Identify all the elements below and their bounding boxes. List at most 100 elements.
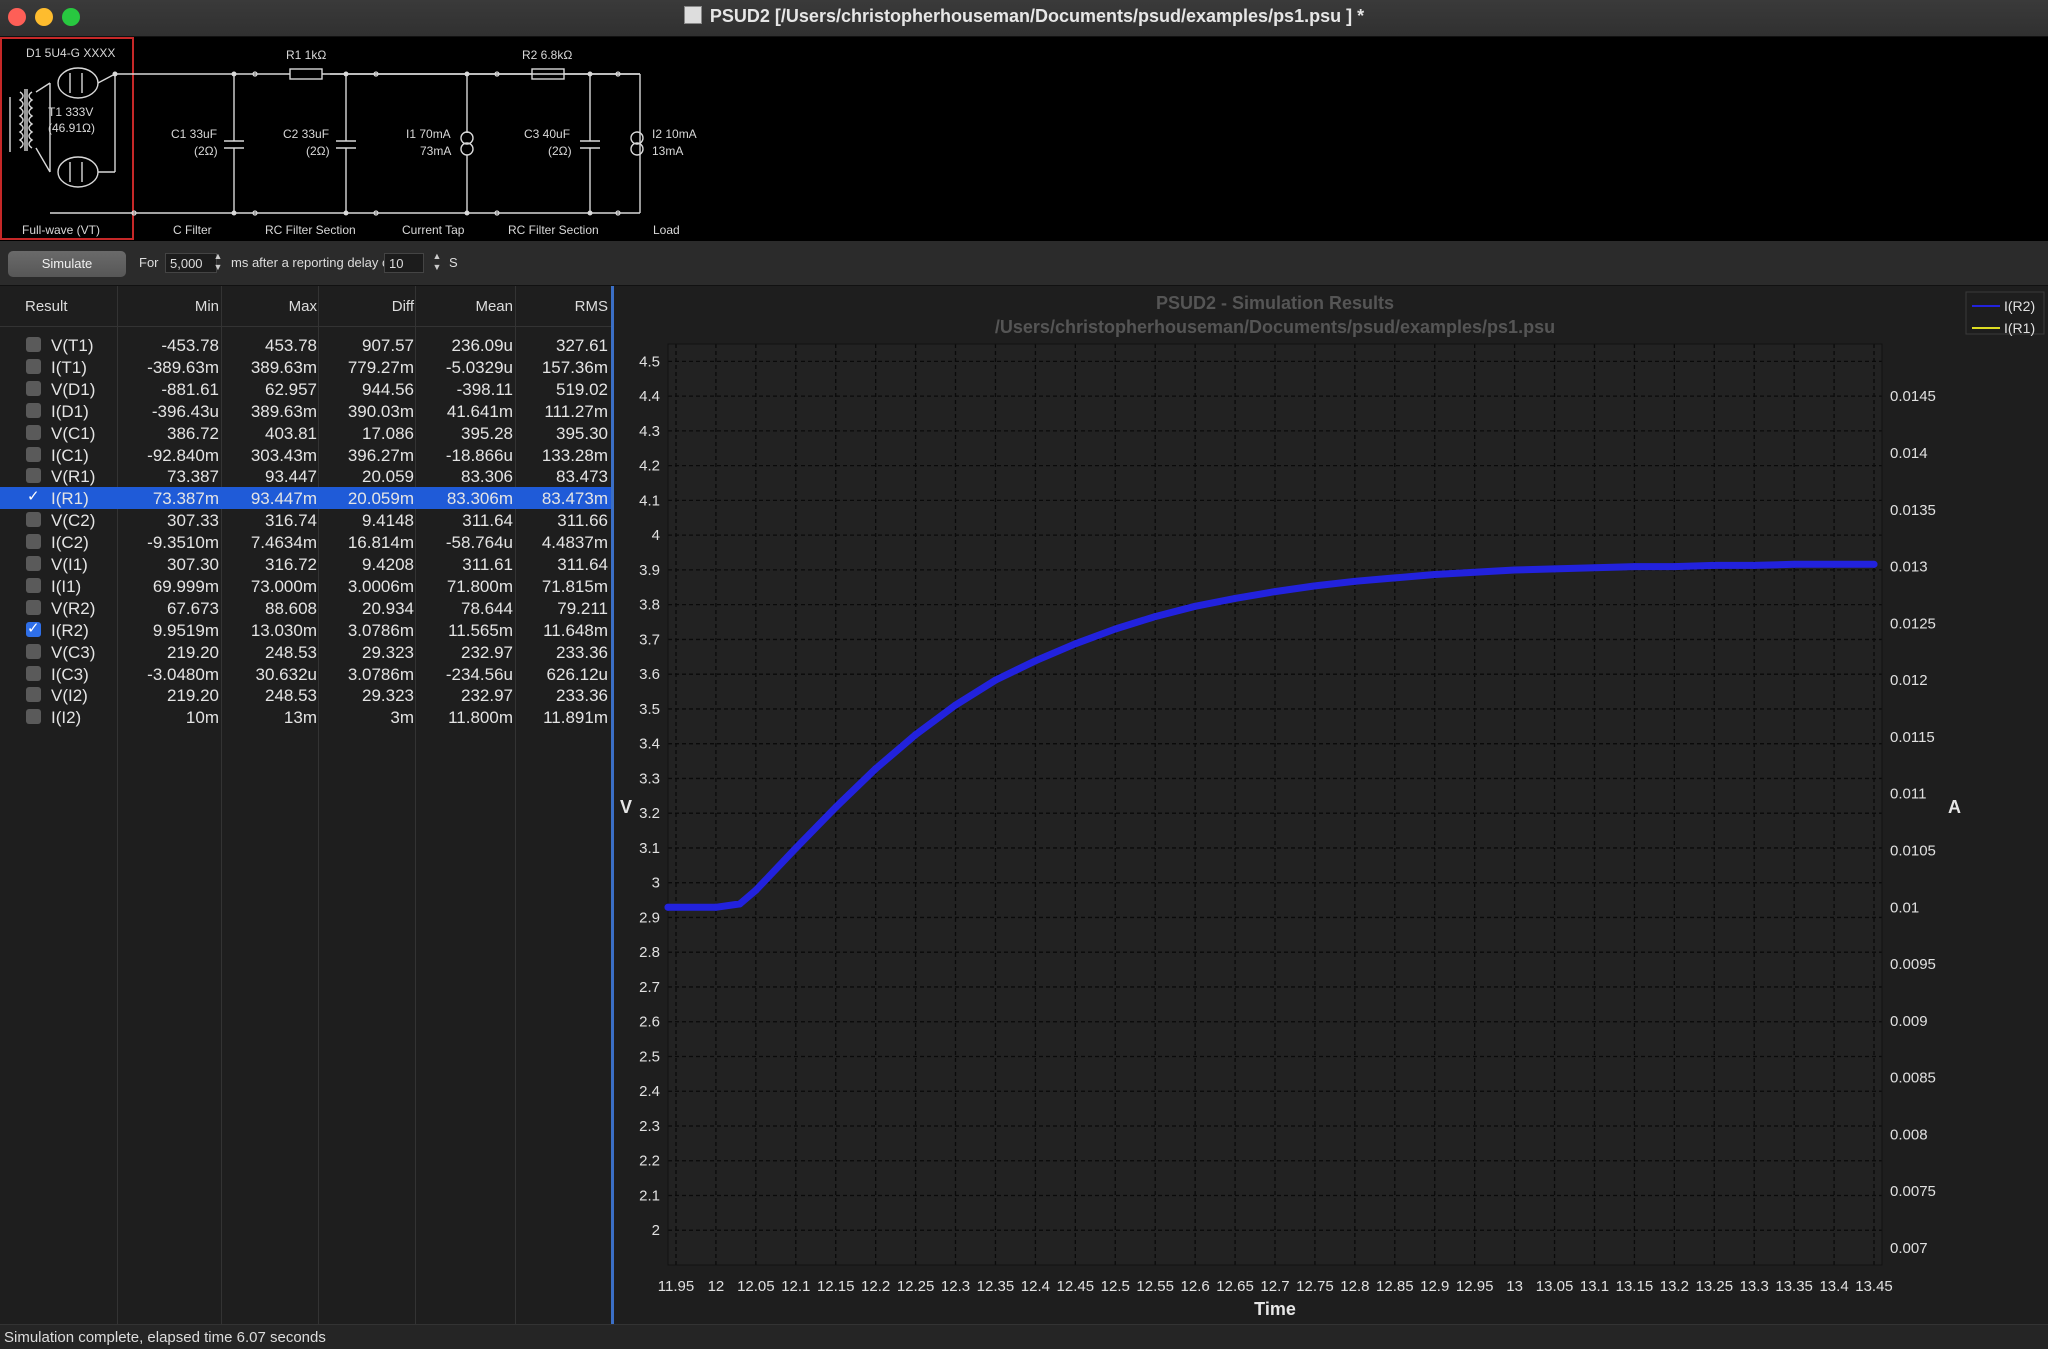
duration-stepper[interactable]: ▲ ▼ <box>212 251 224 275</box>
y-left-tick-label: 4.3 <box>639 423 660 440</box>
plot-checkbox[interactable] <box>26 577 41 593</box>
plot-checkbox[interactable] <box>26 337 41 352</box>
plot-checkbox[interactable] <box>26 643 41 659</box>
plot-checkbox[interactable] <box>26 599 41 615</box>
plot-checkbox[interactable] <box>26 534 41 550</box>
series-point <box>1391 574 1399 582</box>
column-header-mean[interactable]: Mean <box>475 298 513 315</box>
plot-checkbox[interactable] <box>26 619 41 637</box>
plot-checkbox[interactable] <box>26 512 41 528</box>
table-row[interactable]: I(R1) 73.387m 93.447m 20.059m 83.306m 83.473m <box>0 487 611 510</box>
plot-checkbox[interactable] <box>26 446 41 462</box>
result-diff-value: 3.0786m <box>347 664 414 684</box>
table-row[interactable]: V(D1) -881.61 62.957 944.56 -398.11 519.02 <box>0 378 611 400</box>
plot-checkbox[interactable] <box>26 709 41 725</box>
rectifier-section-label: Full-wave (VT) <box>22 223 100 237</box>
legend-entry: I(R1) <box>2004 320 2035 336</box>
plot-checkbox[interactable] <box>26 358 41 374</box>
result-diff-value: 9.4148 <box>362 511 414 531</box>
result-diff-value: 396.27m <box>347 445 414 465</box>
table-row[interactable]: I(I2) 10m 13m 3m 11.800m 11.891m <box>0 706 611 728</box>
circuit-schematic[interactable]: D1 5U4-G XXXX T1 333V (46.91Ω) Full-wave… <box>0 37 2048 241</box>
result-rms-value: 233.36 <box>556 686 608 706</box>
column-header-diff[interactable]: Diff <box>392 298 414 315</box>
table-row[interactable]: I(C2) -9.3510m 7.4634m 16.814m -58.764u 4.483… <box>0 531 611 553</box>
result-rms-value: 83.473 <box>556 467 608 487</box>
column-header-rms[interactable]: RMS <box>575 298 608 315</box>
result-name: V(I2) <box>51 686 88 706</box>
i1-current-source <box>460 131 474 145</box>
series-point <box>1191 602 1199 610</box>
result-min-value: 386.72 <box>167 423 219 443</box>
y-right-tick-label: 0.0105 <box>1890 842 1936 859</box>
result-rms-value: 83.473m <box>541 489 608 509</box>
result-mean-value: 232.97 <box>461 686 513 706</box>
series-point <box>1670 563 1678 571</box>
delay-stepper[interactable]: ▲ ▼ <box>431 251 443 275</box>
x-tick-label: 13.2 <box>1660 1278 1689 1295</box>
table-row[interactable]: V(C1) 386.72 403.81 17.086 395.28 395.30 <box>0 422 611 444</box>
result-max-value: 316.72 <box>265 555 317 574</box>
table-row[interactable]: V(C3) 219.20 248.53 29.323 232.97 233.36 <box>0 641 611 663</box>
result-max-value: 316.74 <box>265 511 317 531</box>
series-point <box>1431 571 1439 579</box>
table-row[interactable]: V(I2) 219.20 248.53 29.323 232.97 233.36 <box>0 684 611 706</box>
plot-checkbox[interactable] <box>26 468 41 484</box>
y-right-tick-label: 0.0095 <box>1890 956 1936 973</box>
column-header-result[interactable]: Result <box>25 298 68 315</box>
c3-esr-label: (2Ω) <box>548 144 572 158</box>
table-row[interactable]: V(R1) 73.387 93.447 20.059 83.306 83.473 <box>0 465 611 487</box>
result-max-value: 389.63m <box>250 357 317 377</box>
plot-checkbox[interactable] <box>26 687 41 703</box>
c2-label: C2 33uF <box>283 127 329 141</box>
plot-checkbox[interactable] <box>26 556 41 571</box>
plot-checkbox[interactable] <box>26 380 41 396</box>
table-row[interactable]: V(R2) 67.673 88.608 20.934 78.644 79.211 <box>0 597 611 619</box>
table-row[interactable]: I(D1) -396.43u 389.63m 390.03m 41.641m 111.27… <box>0 400 611 422</box>
y-left-tick-label: 3.7 <box>639 631 660 648</box>
results-table-header: Result Min Max Diff Mean RMS <box>0 286 611 327</box>
result-min-value: -9.3510m <box>147 533 219 553</box>
table-row[interactable]: V(T1) -453.78 453.78 907.57 236.09u 327.61 <box>0 334 611 356</box>
x-tick-label: 12 <box>708 1278 725 1295</box>
table-row[interactable]: I(R2) 9.9519m 13.030m 3.0786m 11.565m 11.648m <box>0 619 611 641</box>
table-row[interactable]: I(I1) 69.999m 73.000m 3.0006m 71.800m 71.815m <box>0 575 611 597</box>
series-point <box>1590 564 1598 572</box>
series-point <box>1750 561 1758 569</box>
simulate-button[interactable]: Simulate <box>8 251 126 277</box>
x-tick-label: 13.15 <box>1616 1278 1654 1295</box>
delay-input[interactable]: 10 <box>384 253 424 273</box>
result-mean-value: 71.800m <box>446 576 513 596</box>
transformer-primary <box>18 91 24 149</box>
simulation-results-chart[interactable]: 11.95 12 12.05 12.1 12.15 12.2 12.25 12.3 12.35 1… <box>614 286 2048 1324</box>
result-diff-value: 3.0786m <box>347 620 414 640</box>
result-rms-value: 4.4837m <box>541 533 608 553</box>
series-point <box>1151 613 1159 621</box>
table-row[interactable]: I(T1) -389.63m 389.63m 779.27m -5.0329u 157.3… <box>0 356 611 378</box>
plot-checkbox[interactable] <box>26 665 41 681</box>
table-row[interactable]: V(I1) 307.30 316.72 9.4208 311.61 311.64 <box>0 553 611 575</box>
column-header-max[interactable]: Max <box>289 298 317 315</box>
result-name: I(C3) <box>51 664 89 684</box>
table-row[interactable]: I(C3) -3.0480m 30.632u 3.0786m -234.56u 626.1… <box>0 663 611 685</box>
duration-input[interactable]: 5,000 <box>165 253 217 273</box>
result-name: V(R1) <box>51 467 96 487</box>
result-min-value: 307.30 <box>167 555 219 574</box>
column-header-min[interactable]: Min <box>195 298 219 315</box>
table-row[interactable]: I(C1) -92.840m 303.43m 396.27m -18.866u 133.2… <box>0 444 611 466</box>
y-left-tick-label: 4.2 <box>639 458 660 475</box>
result-min-value: 67.673 <box>167 598 219 618</box>
plot-checkbox[interactable] <box>26 487 41 505</box>
result-rms-value: 79.211 <box>557 598 608 618</box>
result-min-value: 219.20 <box>167 686 219 706</box>
title-bar: PSUD2 [/Users/christopherhouseman/Docume… <box>0 0 2048 37</box>
c-filter-section-label: C Filter <box>173 223 212 237</box>
x-tick-label: 11.95 <box>658 1278 694 1295</box>
schematic-drawing: D1 5U4-G XXXX T1 333V (46.91Ω) Full-wave… <box>0 37 697 240</box>
plot-checkbox[interactable] <box>26 424 41 440</box>
plot-checkbox[interactable] <box>26 402 41 418</box>
result-mean-value: 11.565m <box>448 620 513 640</box>
window-title-wrap: PSUD2 [/Users/christopherhouseman/Docume… <box>0 6 2048 27</box>
table-row[interactable]: V(C2) 307.33 316.74 9.4148 311.64 311.66 <box>0 509 611 531</box>
y-right-tick-label: 0.014 <box>1890 445 1928 462</box>
